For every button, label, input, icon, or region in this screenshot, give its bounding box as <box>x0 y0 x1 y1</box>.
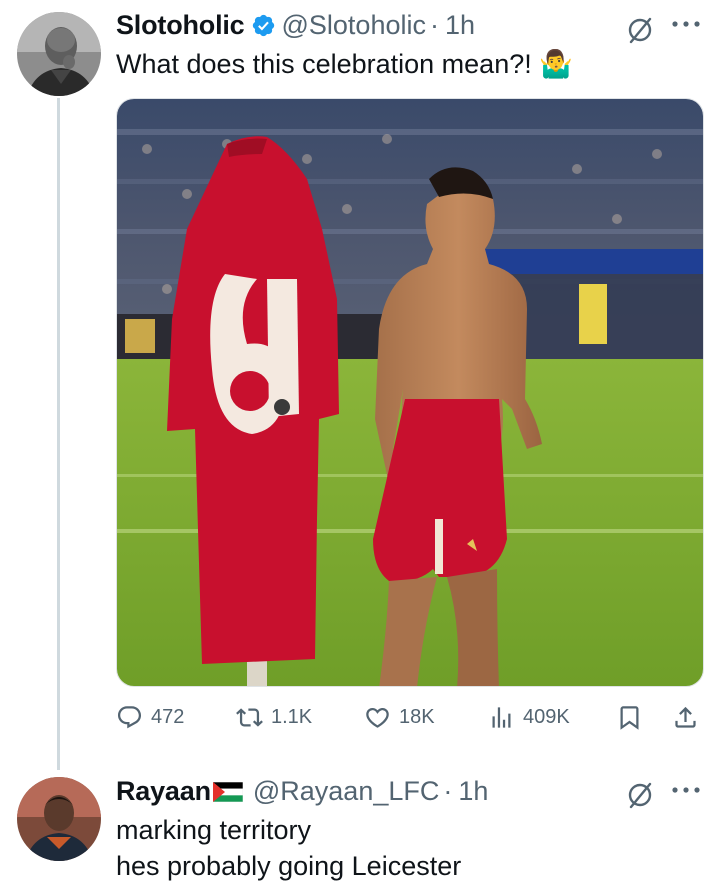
bookmark-button[interactable] <box>616 700 643 734</box>
avatar[interactable] <box>17 12 101 96</box>
grok-icon[interactable] <box>625 15 655 45</box>
views-count: 409K <box>523 705 570 728</box>
tweet-header: Slotoholic @Slotoholic · 1h <box>116 10 475 41</box>
reply-timestamp[interactable]: 1h <box>458 776 488 807</box>
grok-icon[interactable] <box>625 780 655 810</box>
reply-text-line: marking territory <box>116 815 312 845</box>
reply-button[interactable]: 472 <box>116 700 184 734</box>
author-handle[interactable]: @Slotoholic <box>282 10 426 41</box>
separator-dot: · <box>429 10 439 40</box>
reply-author-handle[interactable]: @Rayaan_LFC <box>253 776 440 807</box>
repost-count: 1.1K <box>271 705 313 728</box>
tweet[interactable]: Slotoholic @Slotoholic · 1h What does th… <box>0 0 720 760</box>
reply-tweet[interactable]: Rayaan @Rayaan_LFC · 1h marking territor… <box>0 760 720 892</box>
bookmark-icon <box>620 705 639 730</box>
avatar[interactable] <box>17 777 101 861</box>
heart-icon <box>366 707 389 728</box>
share-button[interactable] <box>672 700 699 734</box>
palestine-flag-icon <box>212 781 243 802</box>
tweet-text: What does this celebration mean?! 🤷‍♂️ <box>116 49 573 79</box>
author-name[interactable]: Slotoholic <box>116 10 245 41</box>
more-icon[interactable] <box>670 785 702 795</box>
views-button[interactable]: 409K <box>488 700 570 734</box>
reply-text-line: hes probably going Leicester <box>116 851 462 881</box>
share-icon <box>675 706 696 728</box>
timestamp[interactable]: 1h <box>445 10 475 41</box>
tweet-actions: 472 1.1K 18K 409K <box>116 700 706 734</box>
more-icon[interactable] <box>670 19 702 29</box>
like-count: 18K <box>399 705 435 728</box>
views-icon <box>492 706 511 728</box>
tweet-media-photo[interactable] <box>116 98 704 687</box>
separator-dot: · <box>443 776 453 806</box>
repost-icon <box>236 707 263 727</box>
photo-celebration-scene <box>117 99 703 686</box>
reply-icon <box>117 705 142 728</box>
reply-count: 472 <box>151 705 185 728</box>
reply-header: Rayaan @Rayaan_LFC · 1h <box>116 776 488 807</box>
verified-badge-icon <box>252 14 274 37</box>
reply-author-name[interactable]: Rayaan <box>116 776 211 807</box>
repost-button[interactable]: 1.1K <box>236 700 312 734</box>
like-button[interactable]: 18K <box>364 700 435 734</box>
